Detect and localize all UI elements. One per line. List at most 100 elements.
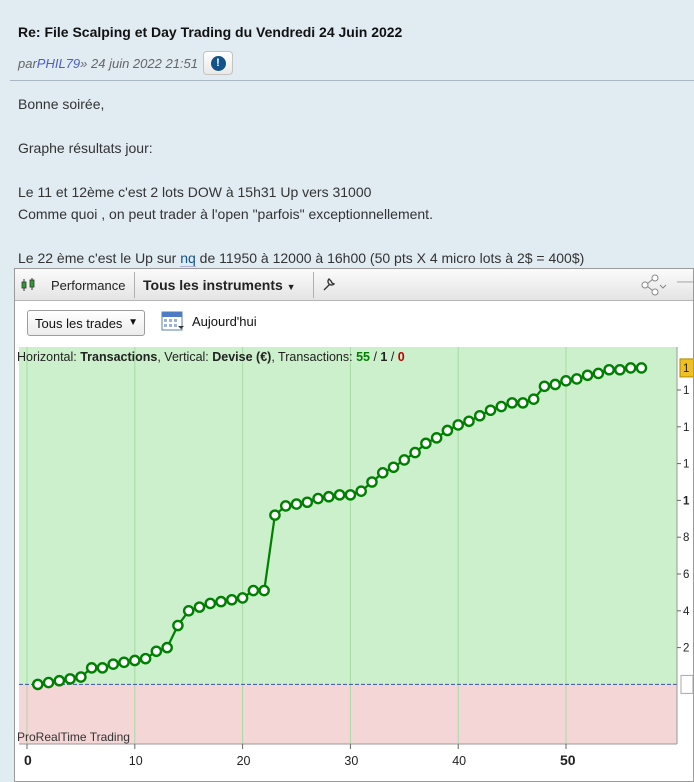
x-tick-label: 0 [24, 752, 32, 768]
data-point [506, 397, 518, 409]
data-point [570, 373, 583, 385]
data-point [42, 676, 55, 689]
data-point [75, 671, 87, 683]
greeting-line: Bonne soirée, [18, 96, 105, 112]
text-line-3-end: de 11950 à 12000 à 16h00 (50 pts X 4 mic… [195, 250, 585, 266]
data-point [161, 641, 173, 654]
y-tick-label: 4 [683, 606, 690, 618]
x-tick-label: 30 [344, 754, 358, 768]
data-point [301, 496, 314, 509]
data-point [603, 363, 615, 376]
data-point [204, 597, 217, 610]
data-point [452, 419, 465, 431]
data-point [560, 375, 572, 387]
report-button[interactable]: ! [203, 51, 233, 75]
performance-chart: Horizontal: Transactions, Vertical: Devi… [15, 347, 693, 781]
data-point [624, 362, 637, 374]
chart-header-part: , Vertical: [157, 350, 212, 364]
text-line-3-start: Le 22 ème c'est le Up sur [18, 250, 181, 266]
data-point [182, 604, 195, 617]
post-date: » 24 juin 2022 21:51 [80, 55, 198, 71]
data-point [333, 489, 346, 501]
data-point [463, 415, 475, 428]
data-point [527, 393, 540, 405]
chart-header-part: Transactions [80, 350, 157, 364]
x-tick-label: 40 [452, 754, 466, 768]
data-point [258, 584, 270, 597]
chart-header-part: / [370, 350, 380, 364]
post-separator [10, 80, 694, 81]
data-point [279, 500, 292, 512]
data-point [430, 432, 443, 444]
post-body: Bonne soirée, Graphe résultats jour: Le … [18, 93, 688, 269]
data-point [484, 404, 497, 417]
data-point [398, 454, 411, 466]
data-point [129, 654, 141, 667]
text-line-1: Le 11 et 12ème c'est 2 lots DOW à 15h31 … [18, 184, 372, 200]
data-point [344, 489, 357, 501]
y-tick-label: 1 [683, 385, 689, 397]
data-point [323, 490, 335, 503]
data-point [409, 446, 421, 459]
data-point [441, 424, 454, 437]
data-point [614, 363, 626, 376]
chart-header-part: 55 [356, 350, 370, 364]
data-point [85, 662, 98, 674]
data-point [53, 674, 66, 687]
data-point [495, 400, 508, 413]
data-point [193, 601, 206, 613]
data-point [538, 380, 551, 393]
data-point [473, 409, 486, 422]
data-point [312, 492, 324, 505]
last-value-label: 1 [683, 363, 689, 375]
data-point [226, 593, 238, 606]
y-tick-label: 2 [683, 643, 689, 655]
x-tick-label: 50 [560, 752, 576, 768]
data-point [150, 645, 163, 658]
post-title[interactable]: Re: File Scalping et Day Trading du Vend… [18, 24, 402, 40]
watermark: ProRealTime Trading [17, 730, 130, 744]
y-tick-label: 1 [683, 459, 689, 471]
chart-header-part: , Transactions: [271, 350, 356, 364]
y-tick-label: 8 [683, 532, 689, 544]
x-tick-label: 20 [237, 754, 251, 768]
text-line-3: Le 22 ème c'est le Up sur nq de 11950 à … [18, 247, 688, 269]
data-point [31, 678, 44, 691]
data-point [290, 498, 303, 510]
data-point [64, 673, 76, 685]
chart-header-part: / [387, 350, 397, 364]
zero-marker [680, 674, 693, 694]
data-point [420, 437, 432, 450]
data-point [549, 378, 562, 391]
embedded-screenshot: Performance Tous les instruments ▼ — Tou… [14, 268, 694, 782]
chart-header: Horizontal: Transactions, Vertical: Devi… [17, 350, 405, 364]
by-prefix: par [18, 55, 37, 71]
author-link[interactable]: PHIL79 [37, 56, 80, 71]
chart-header-part: Devise (€) [212, 350, 271, 364]
data-point [592, 367, 605, 380]
data-point [355, 485, 367, 497]
exclamation-icon: ! [210, 55, 226, 71]
profit-zone [19, 347, 677, 685]
nq-link[interactable]: nq [180, 250, 196, 267]
chart-header-part: 0 [398, 350, 405, 364]
data-point [366, 476, 378, 488]
data-point [581, 369, 594, 382]
data-point [172, 619, 184, 632]
data-point [236, 592, 249, 604]
data-point [215, 595, 227, 608]
x-tick-label: 10 [129, 754, 143, 768]
y-tick-label: 1 [683, 495, 690, 507]
data-point [118, 656, 130, 669]
text-line-2: Comme quoi , on peut trader à l'open "pa… [18, 206, 433, 222]
data-point [269, 509, 281, 521]
y-tick-label: 6 [683, 569, 689, 581]
data-point [247, 584, 260, 597]
data-point [517, 397, 529, 409]
data-point [387, 461, 400, 474]
chart-header-part: 1 [380, 350, 387, 364]
data-point [635, 362, 648, 374]
data-point [107, 658, 120, 670]
chart-header-part: Horizontal: [17, 350, 80, 364]
graph-line: Graphe résultats jour: [18, 140, 153, 156]
